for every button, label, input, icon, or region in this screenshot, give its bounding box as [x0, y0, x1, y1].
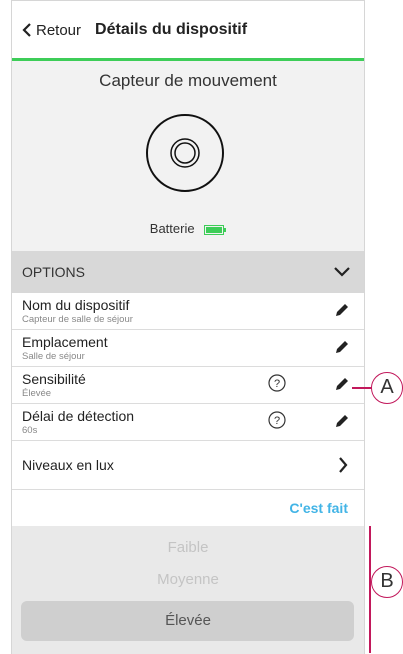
option-label: Niveaux en lux	[22, 457, 114, 473]
svg-text:?: ?	[274, 415, 280, 427]
pencil-icon[interactable]	[334, 413, 350, 429]
device-name: Capteur de mouvement	[99, 71, 277, 90]
picker-option[interactable]: Faible	[12, 539, 364, 556]
picker-selected-option[interactable]: Élevée	[12, 612, 364, 629]
callout-a: A	[371, 372, 403, 404]
help-icon[interactable]: ?	[268, 411, 286, 429]
options-title: OPTIONS	[22, 264, 86, 280]
callout-a-leader	[352, 387, 372, 389]
option-value: Salle de séjour	[22, 351, 85, 362]
chevron-down-icon	[334, 267, 350, 277]
svg-text:?: ?	[274, 378, 280, 390]
callout-b: B	[371, 566, 403, 598]
option-value: Capteur de salle de séjour	[22, 314, 133, 325]
battery-label: Batterie	[149, 221, 195, 236]
callout-b-bracket	[369, 526, 371, 653]
battery-icon	[204, 224, 227, 235]
back-button[interactable]: Retour	[22, 22, 81, 39]
options-header[interactable]: OPTIONS	[12, 251, 364, 293]
option-label: Nom du dispositif	[22, 297, 130, 313]
battery-status: Batterie	[12, 221, 364, 236]
app-screen: Retour Détails du dispositif Capteur de …	[11, 0, 365, 654]
header: Retour Détails du dispositif	[12, 1, 364, 59]
callout-a-label: A	[380, 376, 394, 398]
help-icon[interactable]: ?	[268, 374, 286, 392]
picker-option[interactable]: Moyenne	[12, 571, 364, 588]
back-label: Retour	[36, 21, 82, 39]
option-label: Délai de détection	[22, 408, 135, 424]
option-value: Élevée	[22, 388, 52, 399]
pencil-icon[interactable]	[334, 376, 350, 392]
option-value: 60s	[22, 425, 38, 436]
option-row-lux-levels[interactable]: Niveaux en lux	[12, 441, 364, 490]
option-row-detection-delay[interactable]: Délai de détection 60s ?	[12, 404, 364, 441]
callout-b-label: B	[380, 570, 394, 592]
motion-sensor-icon	[146, 114, 224, 192]
option-label: Emplacement	[22, 334, 108, 350]
device-hero: Capteur de mouvement Batterie	[12, 61, 364, 251]
pencil-icon[interactable]	[334, 302, 350, 318]
pencil-icon[interactable]	[334, 339, 350, 355]
option-row-sensitivity[interactable]: Sensibilité Élevée ?	[12, 367, 364, 404]
chevron-left-icon	[22, 23, 31, 37]
sensitivity-picker[interactable]: Faible Moyenne Élevée	[12, 526, 364, 654]
option-row-device-name[interactable]: Nom du dispositif Capteur de salle de sé…	[12, 293, 364, 330]
done-button[interactable]: C'est fait	[289, 500, 348, 516]
chevron-right-icon	[339, 457, 348, 473]
option-label: Sensibilité	[22, 371, 86, 387]
option-row-location[interactable]: Emplacement Salle de séjour	[12, 330, 364, 367]
done-bar: C'est fait	[12, 491, 364, 527]
page-title: Détails du dispositif	[95, 21, 248, 38]
